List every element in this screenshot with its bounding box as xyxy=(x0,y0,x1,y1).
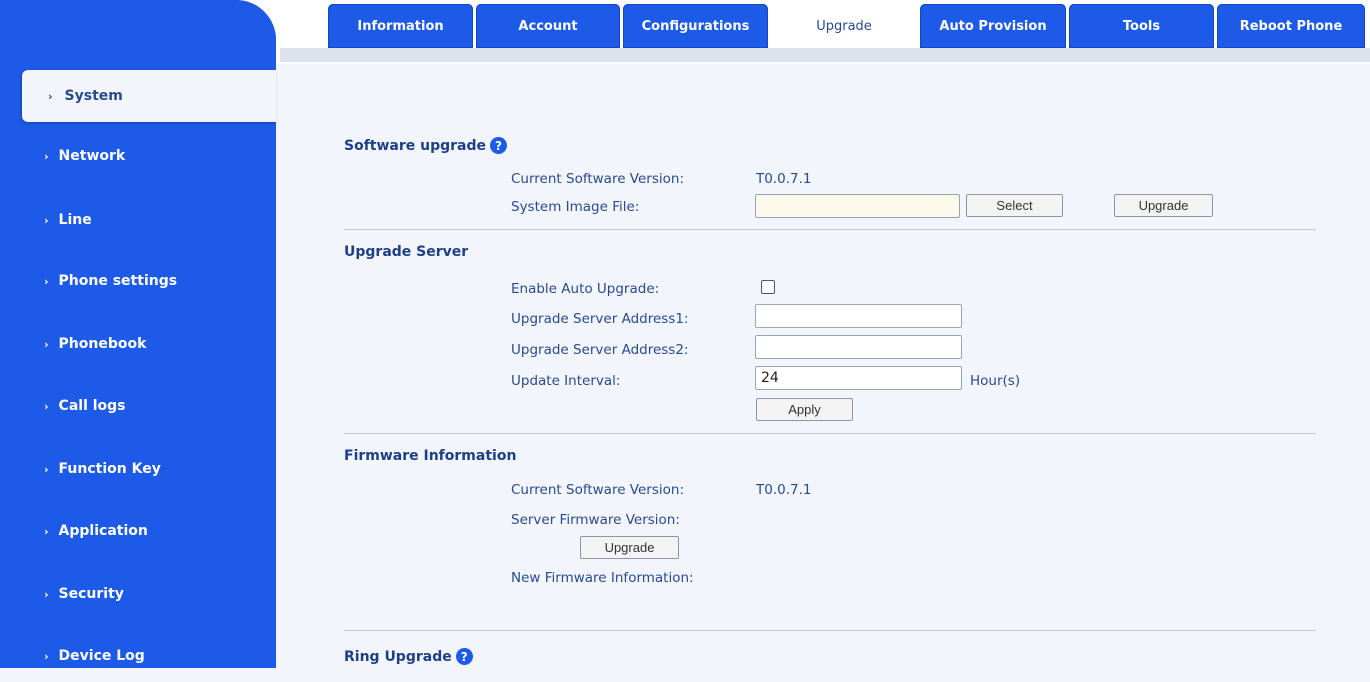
select-file-button[interactable]: Select xyxy=(966,194,1063,217)
chevron-right-icon: › xyxy=(44,149,49,163)
sidebar-item-call-logs[interactable]: › Call logs xyxy=(0,380,276,432)
sidebar-item-label: Network xyxy=(58,148,126,164)
sidebar-item-system[interactable]: › System xyxy=(22,70,276,122)
upgrade-server-address2-label: Upgrade Server Address2: xyxy=(511,342,689,358)
update-interval-input[interactable] xyxy=(755,366,962,390)
sidebar-item-function-key[interactable]: › Function Key xyxy=(0,443,276,495)
system-image-file-field[interactable] xyxy=(755,194,960,218)
sidebar-item-label: System xyxy=(64,88,123,104)
sidebar-item-label: Function Key xyxy=(58,461,161,477)
sidebar-item-application[interactable]: › Application xyxy=(0,505,276,557)
upgrade-server-title: Upgrade Server xyxy=(344,244,468,260)
chevron-right-icon: › xyxy=(44,399,49,413)
upgrade-server-address1-label: Upgrade Server Address1: xyxy=(511,311,689,327)
system-image-file-label: System Image File: xyxy=(511,199,640,215)
sidebar-item-label: Call logs xyxy=(58,398,126,414)
enable-auto-upgrade-checkbox[interactable] xyxy=(761,280,775,294)
sidebar-item-phone-settings[interactable]: › Phone settings xyxy=(0,255,276,307)
help-icon[interactable]: ? xyxy=(490,137,508,154)
tab-account[interactable]: Account xyxy=(476,4,620,48)
sidebar: › System › Network › Line › Phone settin… xyxy=(0,0,276,668)
software-upgrade-button[interactable]: Upgrade xyxy=(1114,194,1213,217)
chevron-right-icon: › xyxy=(44,462,49,476)
apply-button[interactable]: Apply xyxy=(756,398,853,421)
tab-tools[interactable]: Tools xyxy=(1069,4,1214,48)
sidebar-item-label: Security xyxy=(58,586,124,602)
new-firmware-information-label: New Firmware Information: xyxy=(511,570,694,586)
upgrade-server-address2-input[interactable] xyxy=(755,335,962,359)
section-title-text: Firmware Information xyxy=(344,448,517,464)
sidebar-item-line[interactable]: › Line xyxy=(0,194,276,246)
sidebar-item-phonebook[interactable]: › Phonebook xyxy=(0,318,276,370)
firmware-information-title: Firmware Information xyxy=(344,448,516,464)
chevron-right-icon: › xyxy=(44,524,49,538)
sidebar-item-device-log[interactable]: › Device Log xyxy=(0,630,276,682)
sidebar-item-label: Application xyxy=(58,523,148,539)
firmware-current-version-value: T0.0.7.1 xyxy=(756,482,812,498)
upgrade-server-address1-input[interactable] xyxy=(755,304,962,328)
chevron-right-icon: › xyxy=(44,274,49,288)
current-software-version-value: T0.0.7.1 xyxy=(756,171,812,187)
section-title-text: Upgrade Server xyxy=(344,244,469,260)
section-title-text: Ring Upgrade xyxy=(344,648,452,665)
sidebar-item-label: Device Log xyxy=(58,648,145,664)
chevron-right-icon: › xyxy=(44,337,49,351)
ring-upgrade-title: Ring Upgrade ? xyxy=(344,648,473,665)
sidebar-item-label: Phonebook xyxy=(58,336,147,352)
tab-bar-underline xyxy=(280,48,1370,62)
sidebar-header xyxy=(0,0,276,48)
chevron-right-icon: › xyxy=(48,89,53,103)
sidebar-item-network[interactable]: › Network xyxy=(0,130,276,182)
update-interval-label: Update Interval: xyxy=(511,373,621,389)
section-title-text: Software upgrade xyxy=(344,137,487,154)
chevron-right-icon: › xyxy=(44,587,49,601)
firmware-upgrade-button[interactable]: Upgrade xyxy=(580,536,679,559)
section-divider xyxy=(344,630,1316,631)
sidebar-item-security[interactable]: › Security xyxy=(0,568,276,620)
server-firmware-version-label: Server Firmware Version: xyxy=(511,512,680,528)
tab-reboot-phone[interactable]: Reboot Phone xyxy=(1217,4,1365,48)
sidebar-item-label: Line xyxy=(58,212,92,228)
enable-auto-upgrade-label: Enable Auto Upgrade: xyxy=(511,281,660,297)
tab-information[interactable]: Information xyxy=(328,4,473,48)
tab-auto-provision[interactable]: Auto Provision xyxy=(920,4,1066,48)
tab-configurations[interactable]: Configurations xyxy=(623,4,768,48)
sidebar-item-label: Phone settings xyxy=(58,273,178,289)
current-software-version-label: Current Software Version: xyxy=(511,171,684,187)
firmware-current-version-label: Current Software Version: xyxy=(511,482,684,498)
help-icon[interactable]: ? xyxy=(455,648,473,665)
software-upgrade-title: Software upgrade ? xyxy=(344,137,508,154)
chevron-right-icon: › xyxy=(44,213,49,227)
section-divider xyxy=(344,433,1316,434)
update-interval-unit: Hour(s) xyxy=(970,373,1021,389)
chevron-right-icon: › xyxy=(44,649,49,663)
tab-upgrade[interactable]: Upgrade xyxy=(771,4,917,48)
section-divider xyxy=(344,229,1316,230)
